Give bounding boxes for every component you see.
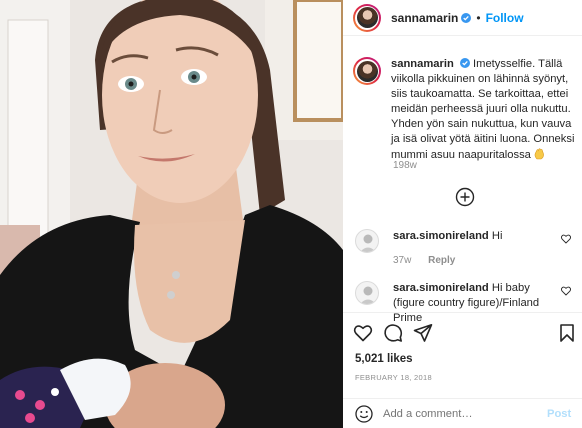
separator-dot: •: [476, 10, 481, 25]
load-more-comments-icon[interactable]: [455, 187, 475, 207]
like-comment-heart-icon[interactable]: [561, 286, 571, 296]
comment-meta: 37w Reply: [393, 253, 563, 268]
comment-text: Hi: [491, 230, 503, 242]
caption-age: 198w: [393, 160, 417, 171]
follow-button[interactable]: Follow: [486, 11, 524, 25]
caption-avatar[interactable]: [353, 57, 381, 85]
author-avatar[interactable]: [353, 3, 381, 32]
post-caption: sannamarin Imetysselfie. Tällä viikolla …: [353, 57, 575, 163]
post-header: sannamarin • Follow: [343, 0, 582, 36]
caption-text-block: sannamarin Imetysselfie. Tällä viikolla …: [391, 57, 575, 163]
reply-button[interactable]: Reply: [428, 255, 455, 266]
like-count[interactable]: 5,021 likes: [355, 353, 413, 365]
selfie-illustration: [0, 0, 343, 428]
post-comment-button[interactable]: Post: [547, 408, 571, 420]
caption-username[interactable]: sannamarin: [391, 58, 454, 70]
share-paper-plane-icon[interactable]: [413, 323, 433, 343]
post-side-panel: sannamarin • Follow sannamarin Imetyssel…: [343, 0, 582, 428]
verified-badge-icon: [459, 58, 470, 68]
clapping-hand-icon: [534, 147, 544, 159]
commenter-username[interactable]: sara.simonireland: [393, 230, 489, 242]
post-actions: 5,021 likes FEBRUARY 18, 2018 Post: [343, 312, 582, 428]
commenter-username[interactable]: sara.simonireland: [393, 282, 489, 294]
save-bookmark-icon[interactable]: [557, 323, 577, 343]
add-comment-row: Post: [343, 398, 582, 428]
like-heart-icon[interactable]: [353, 323, 373, 343]
add-comment-input[interactable]: [383, 408, 543, 420]
verified-badge-icon: [461, 12, 472, 23]
author-username[interactable]: sannamarin: [391, 11, 458, 25]
post-date: FEBRUARY 18, 2018: [355, 373, 432, 382]
caption-body: Imetysselfie. Tällä viikolla pikkuinen o…: [391, 58, 575, 161]
comment-item: sara.simonireland Hi 37w Reply: [355, 229, 577, 268]
commenter-avatar[interactable]: [355, 281, 379, 305]
comment-bubble-icon[interactable]: [383, 323, 403, 343]
commenter-avatar[interactable]: [355, 229, 379, 253]
emoji-smile-icon[interactable]: [355, 405, 373, 423]
post-photo[interactable]: [0, 0, 343, 428]
comment-body: sara.simonireland Hi 37w Reply: [393, 229, 563, 268]
comment-age: 37w: [393, 255, 412, 266]
like-comment-heart-icon[interactable]: [561, 234, 571, 244]
